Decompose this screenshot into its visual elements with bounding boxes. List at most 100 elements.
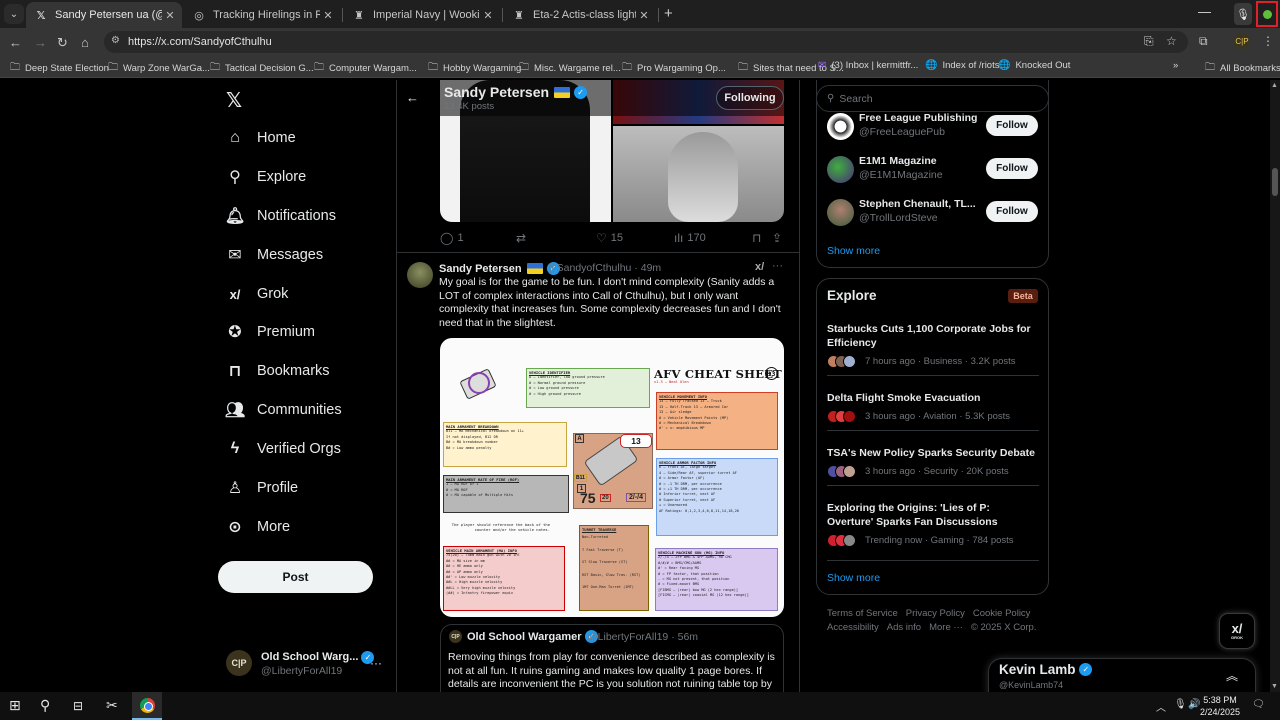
bookmark-item[interactable]: 🌐 Knocked Out: [998, 60, 1070, 71]
close-icon[interactable]: ✕: [162, 9, 178, 22]
account-name[interactable]: Old School Warg... ✓: [261, 651, 375, 664]
bookmark-item[interactable]: 🗀 Deep State Election: [10, 60, 109, 77]
like-button[interactable]: ♡ 15: [596, 231, 623, 245]
nav-item-bookmarks[interactable]: ⊓ Bookmarks: [226, 358, 330, 384]
bookmark-item[interactable]: 🗀 Warp Zone WarGa...: [108, 60, 210, 77]
expand-drawer-icon[interactable]: ︽: [1226, 667, 1238, 684]
site-info-icon[interactable]: ⚙: [111, 35, 120, 46]
who-to-follow-avatar[interactable]: [827, 156, 854, 183]
url-text[interactable]: https://x.com/SandyofCthulhu: [128, 36, 272, 48]
taskbar-clock[interactable]: 5:38 PM 2/24/2025: [1200, 694, 1240, 718]
trend-title[interactable]: Exploring the Origins: 'Lies of P: Overt…: [827, 502, 1037, 529]
reply-button[interactable]: ◯ 1: [440, 231, 464, 245]
account-more-icon[interactable]: ···: [370, 656, 382, 670]
bookmark-item[interactable]: 🗀 Misc. Wargame rel...: [519, 60, 621, 77]
forward-button[interactable]: →: [34, 35, 47, 50]
grok-floating-button[interactable]: x/ GROK: [1219, 613, 1255, 649]
back-arrow-icon[interactable]: ←: [406, 90, 419, 105]
tab-imperial-navy[interactable]: ♜ Imperial Navy | Wookieepedia | ✕: [344, 2, 500, 28]
browser-menu-icon[interactable]: ⋮: [1262, 34, 1274, 48]
who-to-follow-avatar[interactable]: [827, 113, 854, 140]
close-icon[interactable]: ✕: [636, 9, 652, 22]
footer-privacy-link[interactable]: Privacy Policy: [906, 608, 965, 619]
tweet-photo-3[interactable]: [613, 126, 784, 222]
tweet-author-handle[interactable]: @SandyofCthulhu · 49m: [546, 262, 661, 274]
minimize-button[interactable]: —: [1198, 4, 1211, 19]
task-view-icon[interactable]: ⊟: [73, 699, 83, 713]
nav-item-profile[interactable]: ♙ Profile: [226, 475, 298, 501]
follow-button[interactable]: Follow: [986, 201, 1038, 222]
follow-button[interactable]: Follow: [986, 115, 1038, 136]
trend-title[interactable]: Delta Flight Smoke Evacuation: [827, 392, 1037, 406]
tab-eta-2-actis[interactable]: ♜ Eta-2 Actis-class light intercept ✕: [504, 2, 656, 28]
footer-cookie-link[interactable]: Cookie Policy: [973, 608, 1031, 619]
views-button[interactable]: ılı 170: [674, 231, 706, 245]
nav-item-messages[interactable]: ✉ Messages: [226, 242, 323, 268]
tweet-author-avatar[interactable]: [407, 262, 433, 288]
tweet-author-name[interactable]: Sandy Petersen ✓: [439, 262, 560, 275]
trend-title[interactable]: Starbucks Cuts 1,100 Corporate Jobs for …: [827, 323, 1037, 350]
notifications-icon[interactable]: 🗨: [1252, 699, 1265, 710]
tab-sandy-petersen[interactable]: 𝕏 Sandy Petersen ua (@SandyofC ✕: [26, 2, 182, 28]
account-avatar[interactable]: C|P: [226, 650, 252, 676]
new-tab-button[interactable]: +: [664, 5, 673, 22]
bookmark-star-icon[interactable]: ☆: [1166, 34, 1177, 48]
follow-button[interactable]: Follow: [986, 158, 1038, 179]
nav-item-more[interactable]: ⊙ More: [226, 514, 290, 540]
footer-accessibility-link[interactable]: Accessibility: [827, 622, 879, 633]
search-input[interactable]: ⚲ Search: [816, 85, 1049, 112]
home-button[interactable]: ⌂: [81, 35, 89, 50]
reload-button[interactable]: ↻: [57, 35, 68, 51]
tray-microphone-icon[interactable]: 🎙: [1174, 699, 1187, 710]
footer-more-link[interactable]: More ···: [929, 622, 963, 633]
tray-volume-icon[interactable]: 🔊: [1188, 699, 1200, 710]
nav-item-communities[interactable]: 👥︎ Communities: [225, 397, 342, 423]
bookmark-item[interactable]: 🗀 Hobby Wargaming: [428, 60, 521, 77]
bookmark-item[interactable]: ✉ (3) Inbox | kermittfr...: [818, 60, 918, 71]
tab-search-dropdown[interactable]: ⌄: [4, 4, 24, 24]
close-icon[interactable]: ✕: [320, 9, 336, 22]
following-button[interactable]: Following: [716, 86, 784, 110]
nav-item-verified-orgs[interactable]: ϟ Verified Orgs: [226, 436, 341, 462]
trend-title[interactable]: TSA's New Policy Sparks Security Debate: [827, 447, 1037, 461]
tray-overflow-icon[interactable]: ︿: [1156, 699, 1166, 714]
repost-button[interactable]: ⇄: [516, 231, 530, 245]
tweet-more-icon[interactable]: ···: [772, 260, 783, 272]
post-button[interactable]: Post: [218, 561, 373, 593]
extensions-icon[interactable]: ⧉: [1199, 34, 1208, 49]
footer-terms-link[interactable]: Terms of Service: [827, 608, 898, 619]
tab-tracking-hirelings[interactable]: ◎ Tracking Hirelings in RPGs ✕: [184, 2, 340, 28]
share-button[interactable]: ⇪: [772, 231, 786, 245]
bookmark-item[interactable]: 🗀 Tactical Decision G...: [210, 60, 314, 77]
snipping-tool-icon[interactable]: ✂: [106, 697, 118, 714]
windows-start-icon[interactable]: ⊞: [9, 697, 21, 714]
who-to-follow-name[interactable]: E1M1 Magazine: [859, 155, 937, 167]
scroll-up-arrow[interactable]: ▲: [1271, 82, 1278, 89]
nav-item-explore[interactable]: ⚲ Explore: [226, 164, 306, 190]
profile-avatar-button[interactable]: C|P: [1234, 33, 1250, 49]
who-to-follow-name[interactable]: Stephen Chenault, TL...: [859, 198, 976, 210]
nav-item-premium[interactable]: ✪ Premium: [226, 319, 315, 345]
recording-indicator-button[interactable]: [1256, 1, 1278, 27]
who-to-follow-avatar[interactable]: [827, 199, 854, 226]
grok-icon[interactable]: x/: [755, 261, 764, 273]
nav-item-grok[interactable]: x/Grok: [226, 281, 289, 307]
bookmark-button[interactable]: ⊓: [752, 231, 765, 245]
explore-show-more[interactable]: Show more: [827, 572, 880, 584]
who-to-follow-name[interactable]: Free League Publishing: [859, 112, 977, 124]
taskbar-search-icon[interactable]: ⚲: [40, 697, 50, 714]
who-to-follow-show-more[interactable]: Show more: [827, 245, 880, 257]
back-button[interactable]: ←: [9, 35, 22, 50]
scrollbar-thumb[interactable]: [1272, 168, 1278, 196]
scroll-down-arrow[interactable]: ▼: [1271, 683, 1278, 690]
chrome-taskbar-button[interactable]: [132, 692, 162, 720]
all-bookmarks-button[interactable]: 🗀 All Bookmarks: [1205, 60, 1280, 77]
nav-item-notifications[interactable]: 🔔︎ Notifications: [225, 203, 336, 229]
tweet-image-afv-cheat-sheet[interactable]: AFV CHEAT SHEET v1.3 – Neal Ulen 13 VEHI…: [440, 338, 784, 617]
close-icon[interactable]: ✕: [480, 9, 496, 22]
x-logo-icon[interactable]: 𝕏: [226, 88, 242, 113]
nav-item-home[interactable]: ⌂ Home: [226, 125, 296, 151]
bookmark-item[interactable]: 🗀 Pro Wargaming Op...: [622, 60, 726, 77]
more-bookmarks-button[interactable]: »: [1173, 60, 1178, 71]
quoted-author-name[interactable]: Old School Wargamer ✓: [467, 630, 598, 643]
